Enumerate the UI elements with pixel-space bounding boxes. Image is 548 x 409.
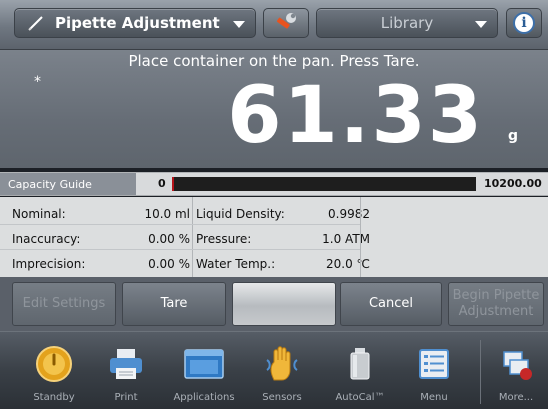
weight-unit: g bbox=[507, 128, 518, 144]
cancel-button[interactable]: Cancel bbox=[340, 282, 442, 326]
applications-label: Applications bbox=[173, 392, 235, 403]
wrench-icon bbox=[276, 13, 296, 29]
print-button[interactable]: Print bbox=[96, 332, 156, 409]
edit-settings-button[interactable]: Edit Settings bbox=[12, 282, 116, 326]
imprecision-value: 0.00 % bbox=[148, 257, 190, 271]
menu-label: Menu bbox=[420, 392, 448, 403]
sensors-button[interactable]: Sensors bbox=[252, 332, 312, 409]
liquid-density-value: 0.9982 bbox=[328, 207, 370, 221]
autocal-label: AutoCal™ bbox=[335, 392, 385, 403]
weight-reading: 61.33 bbox=[227, 71, 484, 161]
divider bbox=[360, 197, 361, 277]
sensors-label: Sensors bbox=[262, 392, 302, 403]
info-panel: Nominal: 10.0 ml Liquid Density: 0.9982 … bbox=[0, 197, 548, 277]
divider bbox=[0, 224, 360, 225]
capacity-guide-label: Capacity Guide bbox=[0, 173, 136, 195]
inaccuracy-value: 0.00 % bbox=[148, 232, 190, 246]
top-bar: Pipette Adjustment Library i bbox=[0, 0, 548, 50]
blank-softkey bbox=[232, 282, 336, 326]
water-temp-value: 20.0 ℃ bbox=[325, 257, 370, 271]
printer-icon bbox=[110, 349, 142, 379]
application-label: Pipette Adjustment bbox=[55, 14, 220, 32]
instruction-prompt: Place container on the pan. Press Tare. bbox=[128, 52, 420, 70]
menu-button[interactable]: Menu bbox=[404, 332, 464, 409]
sensors-hand-icon bbox=[266, 346, 298, 381]
stability-indicator: * bbox=[34, 74, 41, 90]
weight-display: Place container on the pan. Press Tare. … bbox=[0, 50, 548, 168]
pressure-value: 1.0 ATM bbox=[322, 232, 370, 246]
liquid-density-label: Liquid Density: bbox=[196, 207, 285, 221]
pipette-parameters: Nominal: 10.0 ml Liquid Density: 0.9982 … bbox=[10, 201, 370, 276]
capacity-guide: Capacity Guide 0 10200.00 bbox=[0, 172, 548, 196]
imprecision-label: Imprecision: bbox=[12, 257, 86, 271]
pressure-label: Pressure: bbox=[196, 232, 252, 246]
more-label: More... bbox=[498, 392, 534, 403]
begin-pipette-adjustment-button[interactable]: Begin Pipette Adjustment bbox=[448, 282, 544, 326]
applications-icon bbox=[184, 349, 224, 379]
table-row: Inaccuracy: 0.00 % Pressure: 1.0 ATM bbox=[10, 226, 370, 251]
autocal-button[interactable]: AutoCal™ bbox=[330, 332, 390, 409]
softkey-bar: Edit Settings Tare Cancel Begin Pipette … bbox=[0, 277, 548, 331]
nominal-value: 10.0 ml bbox=[144, 207, 190, 221]
inaccuracy-label: Inaccuracy: bbox=[12, 232, 81, 246]
info-button[interactable]: i bbox=[506, 8, 542, 38]
tare-button[interactable]: Tare bbox=[122, 282, 226, 326]
capacity-fill bbox=[172, 177, 174, 191]
autocal-weight-icon bbox=[350, 348, 370, 380]
menu-list-icon bbox=[419, 349, 449, 379]
print-label: Print bbox=[114, 392, 138, 403]
nominal-label: Nominal: bbox=[12, 207, 66, 221]
standby-label: Standby bbox=[33, 392, 75, 403]
chevron-down-icon bbox=[233, 21, 245, 28]
water-temp-label: Water Temp.: bbox=[196, 257, 276, 271]
standby-icon bbox=[36, 346, 72, 382]
capacity-min: 0 bbox=[158, 177, 166, 190]
library-dropdown[interactable]: Library bbox=[316, 8, 498, 38]
standby-button[interactable]: Standby bbox=[24, 332, 84, 409]
more-button[interactable]: More... bbox=[486, 332, 546, 409]
settings-wrench-button[interactable] bbox=[263, 8, 309, 38]
applications-button[interactable]: Applications bbox=[173, 332, 235, 409]
pencil-icon bbox=[28, 16, 43, 31]
table-row: Imprecision: 0.00 % Water Temp.: 20.0 ℃ bbox=[10, 251, 370, 276]
divider bbox=[0, 249, 360, 250]
capacity-max: 10200.00 bbox=[484, 177, 542, 190]
application-dropdown[interactable]: Pipette Adjustment bbox=[14, 8, 256, 38]
capacity-bar bbox=[172, 177, 476, 191]
begin-adjustment-line1: Begin Pipette bbox=[452, 288, 540, 303]
chevron-down-icon bbox=[475, 21, 487, 28]
icon-bar: Standby Print Applications Sensors AutoC… bbox=[0, 331, 548, 409]
table-row: Nominal: 10.0 ml Liquid Density: 0.9982 bbox=[10, 201, 370, 226]
divider bbox=[192, 197, 193, 277]
begin-adjustment-line2: Adjustment bbox=[458, 304, 534, 319]
more-icon bbox=[503, 351, 532, 380]
library-label: Library bbox=[380, 14, 434, 32]
info-icon: i bbox=[513, 12, 535, 34]
